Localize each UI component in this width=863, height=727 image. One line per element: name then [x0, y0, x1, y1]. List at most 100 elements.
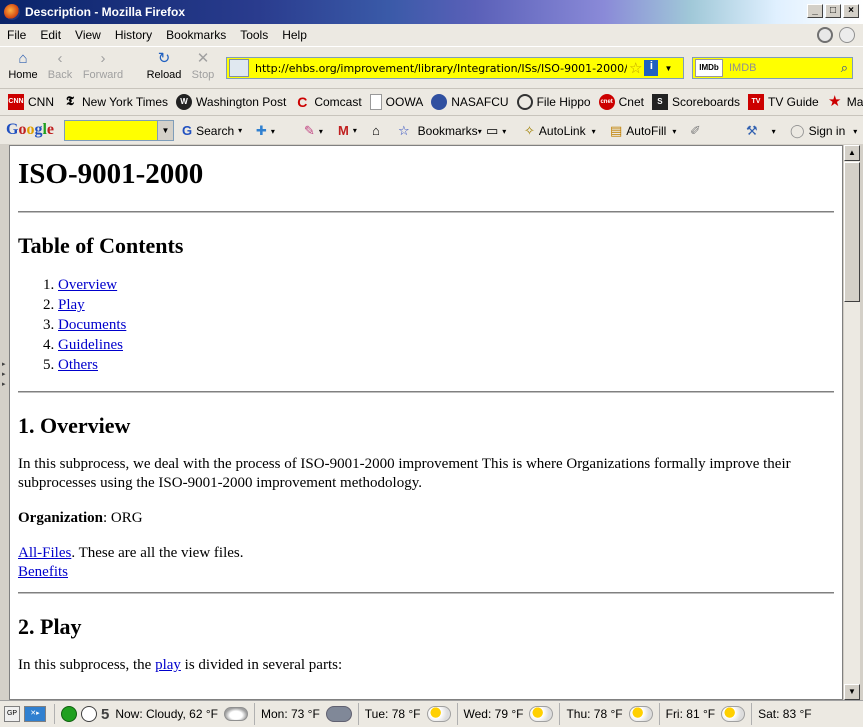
- scroll-thumb[interactable]: [844, 162, 860, 302]
- reload-icon: ↻: [157, 50, 171, 67]
- bookmark-nyt[interactable]: 𝕿 New York Times: [62, 94, 168, 110]
- bookmark-star-icon[interactable]: ☆: [629, 59, 642, 77]
- bookmark-scoreboards[interactable]: S Scoreboards: [651, 94, 740, 110]
- bookmark-tvguide[interactable]: TV TV Guide: [748, 94, 819, 110]
- organization-value: : ORG: [103, 510, 143, 526]
- menu-history[interactable]: History: [108, 28, 159, 42]
- google-dropdown-icon[interactable]: ▼: [157, 121, 173, 140]
- sidebar-grip[interactable]: ▸ ▸ ▸: [0, 145, 9, 700]
- menu-file[interactable]: File: [0, 28, 33, 42]
- bookmarks-toolbar: CNN CNN 𝕿 New York Times W Washington Post …: [0, 88, 863, 115]
- bookmark-nasafcu[interactable]: NASAFCU: [431, 94, 509, 110]
- all-files-text: . These are all the view files.: [71, 545, 244, 561]
- menu-bookmarks[interactable]: Bookmarks: [159, 28, 233, 42]
- toc-item: Others: [58, 355, 834, 375]
- activity-throbber-icon: [817, 27, 833, 43]
- firefox-icon: [4, 4, 20, 20]
- wrench-icon: ⚒: [746, 123, 758, 138]
- google-tools-button[interactable]: ✚ ▾: [256, 123, 275, 139]
- weather-tue[interactable]: Tue: 78 °F: [359, 703, 458, 725]
- settings-button[interactable]: ⚒ ▾: [746, 123, 776, 139]
- google-bookmarks-button[interactable]: ☆ Bookmarks ▾: [398, 123, 482, 139]
- stop-icon: ✕: [196, 50, 210, 67]
- weather-thu[interactable]: Thu: 78 °F: [560, 703, 660, 725]
- google-search-button[interactable]: G Search ▾: [182, 123, 242, 138]
- weather-mon[interactable]: Mon: 73 °F: [255, 703, 359, 725]
- news-button[interactable]: ⌂: [372, 123, 384, 138]
- url-dropdown-icon[interactable]: ▼: [664, 64, 672, 73]
- bookmark-comcast[interactable]: C Comcast: [294, 94, 361, 110]
- bookmark-wapo[interactable]: W Washington Post: [176, 94, 286, 110]
- home-icon: ⌂: [18, 50, 28, 67]
- autolink-button[interactable]: ✧ AutoLink ▾: [524, 123, 596, 139]
- star-outline-icon: ☆: [398, 123, 410, 138]
- menu-help[interactable]: Help: [275, 28, 314, 42]
- weather-fri[interactable]: Fri: 81 °F: [660, 703, 753, 725]
- gp-icon[interactable]: GP: [4, 706, 20, 722]
- globe-icon[interactable]: [61, 706, 77, 722]
- all-files-link[interactable]: All-Files: [18, 545, 71, 561]
- maximize-button[interactable]: □: [825, 4, 841, 18]
- toc-link-others[interactable]: Others: [58, 357, 98, 373]
- reload-button[interactable]: ↻ Reload: [146, 50, 182, 82]
- clock-icon[interactable]: [81, 706, 97, 722]
- cnn-icon: CNN: [8, 94, 24, 110]
- extension-icon[interactable]: ✕▸: [24, 706, 46, 722]
- search-box[interactable]: IMDb IMDB ⌕: [692, 57, 853, 79]
- google-search-input[interactable]: ▼: [64, 120, 174, 141]
- gmail-button[interactable]: M ▾: [338, 123, 357, 138]
- forward-button[interactable]: › Forward: [82, 51, 124, 82]
- search-engine-icon[interactable]: IMDb: [695, 59, 723, 77]
- search-icon[interactable]: ⌕: [841, 60, 848, 76]
- url-bar[interactable]: http://ehbs.org/improvement/library/Inte…: [226, 57, 684, 79]
- wand-icon: ✧: [524, 123, 535, 138]
- bookmark-cnn[interactable]: CNN CNN: [8, 94, 54, 110]
- tvguide-icon: TV: [748, 94, 765, 110]
- spellcheck-button[interactable]: ▭ ▾: [486, 123, 506, 139]
- toc-link-play[interactable]: Play: [58, 297, 85, 313]
- autofill-button[interactable]: ▤ AutoFill ▾: [610, 123, 676, 139]
- highlight-button[interactable]: ✎ ▾: [304, 123, 323, 139]
- files-paragraph: All-Files. These are all the view files.…: [18, 544, 834, 582]
- count-indicator: 5: [101, 705, 110, 723]
- back-button[interactable]: ‹ Back: [46, 51, 74, 82]
- bookmark-cnet[interactable]: cnet Cnet: [598, 94, 644, 110]
- weather-sat[interactable]: Sat: 83 °F: [752, 703, 818, 725]
- building-icon: ⌂: [372, 123, 380, 138]
- play-link[interactable]: play: [155, 657, 181, 673]
- toc-link-guidelines[interactable]: Guidelines: [58, 337, 123, 353]
- divider: [18, 592, 834, 594]
- plus-icon: ✚: [256, 123, 267, 138]
- url-text[interactable]: http://ehbs.org/improvement/library/Inte…: [255, 62, 627, 75]
- benefits-link[interactable]: Benefits: [18, 564, 68, 580]
- play-heading: 2. Play: [18, 614, 82, 639]
- site-identity-icon[interactable]: [229, 59, 249, 77]
- search-input[interactable]: IMDB: [729, 62, 841, 74]
- weather-now[interactable]: Now: Cloudy, 62 °F: [109, 703, 255, 725]
- home-button[interactable]: ⌂ Home: [8, 50, 38, 82]
- eraser-button[interactable]: ✐: [690, 123, 705, 139]
- menu-tools[interactable]: Tools: [233, 28, 275, 42]
- minimize-button[interactable]: _: [807, 4, 823, 18]
- toc-link-documents[interactable]: Documents: [58, 317, 126, 333]
- scroll-up-arrow-icon[interactable]: ▲: [844, 145, 860, 161]
- menu-view[interactable]: View: [68, 28, 108, 42]
- sign-in-button[interactable]: ◯ Sign in ▾: [790, 123, 857, 139]
- bookmark-oowa[interactable]: OOWA: [369, 94, 423, 110]
- google-logo[interactable]: Google: [6, 121, 54, 139]
- toc-link-overview[interactable]: Overview: [58, 277, 117, 293]
- menu-edit[interactable]: Edit: [33, 28, 68, 42]
- bookmark-filehippo[interactable]: File Hippo: [516, 94, 591, 110]
- toc-item: Play: [58, 295, 834, 315]
- stop-button[interactable]: ✕ Stop: [190, 50, 216, 82]
- close-button[interactable]: ×: [843, 4, 859, 18]
- bookmark-mapquest[interactable]: ★MapQuest: [827, 94, 863, 110]
- nyt-icon: 𝕿: [66, 94, 74, 109]
- weather-wed[interactable]: Wed: 79 °F: [458, 703, 561, 725]
- cnet-icon: cnet: [598, 94, 615, 110]
- vertical-scrollbar[interactable]: ▲ ▼: [843, 145, 860, 700]
- google-toolbar: Google ▼ G Search ▾ ✚ ▾ ✎ ▾ M ▾ ⌂ ☆ Bookmar…: [0, 115, 863, 144]
- info-icon[interactable]: i: [644, 60, 659, 76]
- wapo-icon: W: [176, 94, 193, 110]
- scroll-down-arrow-icon[interactable]: ▼: [844, 684, 860, 700]
